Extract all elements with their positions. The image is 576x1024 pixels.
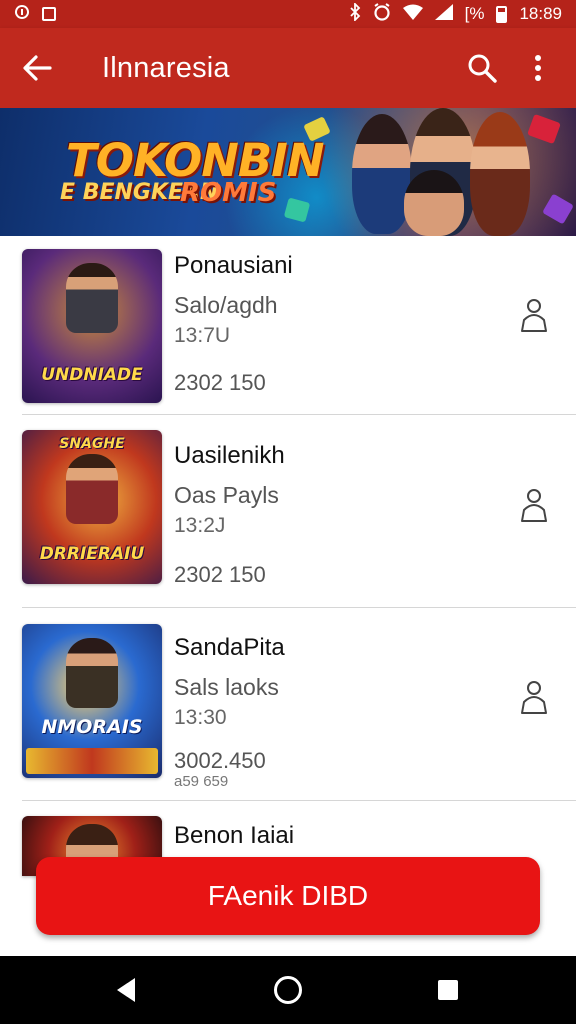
status-right: [% 18:89 xyxy=(349,1,562,26)
divider xyxy=(22,414,576,415)
item-subtitle: Salo/agdh xyxy=(174,292,278,318)
person-outline-icon[interactable] xyxy=(518,298,550,334)
status-left xyxy=(14,4,56,24)
thumbnail-label: UNDNIADE xyxy=(41,365,143,385)
hero-figure xyxy=(470,112,530,236)
game-thumbnail: SNAGHE DRRIERAIU xyxy=(22,430,162,584)
alarm-icon xyxy=(373,2,391,26)
game-thumbnail: UNDNIADE xyxy=(22,249,162,403)
thumbnail-label: NMORAIS xyxy=(41,716,143,738)
item-subtitle: Oas Payls xyxy=(174,482,279,508)
wifi-icon xyxy=(402,4,423,25)
thumbnail-top-label: SNAGHE xyxy=(59,436,125,452)
banner-subtitle-right: ROMIS xyxy=(180,178,277,208)
status-bar: [% 18:89 xyxy=(0,0,576,28)
thumbnail-figure xyxy=(66,263,118,333)
divider xyxy=(22,800,576,801)
system-nav-bar xyxy=(0,956,576,1024)
app-icon xyxy=(42,7,56,21)
arrow-left-icon xyxy=(23,55,52,81)
bluetooth-icon xyxy=(349,1,361,26)
back-button[interactable] xyxy=(0,28,74,108)
signal-icon xyxy=(434,3,453,25)
list-item[interactable]: NMORAIS SandaPita Sals laoks 13:30 3002.… xyxy=(0,608,576,801)
gem-decoration xyxy=(542,193,574,225)
item-title: Uasilenikh xyxy=(174,442,285,469)
list-item[interactable]: UNDNIADE Ponausiani Salo/agdh 13:7U 2302… xyxy=(0,236,576,426)
nav-home-button[interactable] xyxy=(266,968,310,1012)
nav-recents-button[interactable] xyxy=(426,968,470,1012)
promo-banner[interactable]: TOKONBIN E BENGKEAN ROMIS xyxy=(0,108,576,236)
game-thumbnail: NMORAIS xyxy=(22,624,162,778)
back-triangle-icon xyxy=(117,978,135,1002)
search-button[interactable] xyxy=(454,28,510,108)
item-code: 13:2J xyxy=(174,514,226,537)
item-code: 13:7U xyxy=(174,324,231,347)
gem-decoration xyxy=(283,197,311,223)
home-circle-icon xyxy=(274,976,302,1004)
item-numbers: 2302 150 xyxy=(174,562,266,587)
more-vert-icon xyxy=(535,55,541,81)
gem-decoration xyxy=(527,113,561,145)
thumbnail-figure xyxy=(66,638,118,708)
item-subtitle: Sals laoks xyxy=(174,674,279,700)
app-title: Ilnnaresia xyxy=(102,51,230,84)
item-title: SandaPita xyxy=(174,634,285,661)
list-item[interactable]: SNAGHE DRRIERAIU Uasilenikh Oas Payls 13… xyxy=(0,416,576,608)
app-bar: Ilnnaresia xyxy=(0,28,576,108)
primary-action-button[interactable]: FAenik DIBD xyxy=(36,857,540,935)
battery-text: [% xyxy=(464,4,485,23)
notification-icon xyxy=(14,4,30,24)
thumbnail-strip xyxy=(26,748,158,774)
status-time: 18:89 xyxy=(519,4,562,23)
hero-figure xyxy=(404,170,464,236)
item-title: Benon Iaiai xyxy=(174,822,295,849)
battery-icon xyxy=(496,5,508,23)
item-numbers: 2302 150 xyxy=(174,370,266,395)
nav-back-button[interactable] xyxy=(104,968,148,1012)
hero-figure xyxy=(352,114,412,234)
item-extra: a59 659 xyxy=(174,773,229,790)
more-options-button[interactable] xyxy=(510,28,566,108)
item-numbers: 3002.450 xyxy=(174,748,266,773)
item-title: Ponausiani xyxy=(174,252,293,279)
person-outline-icon[interactable] xyxy=(518,488,550,524)
item-code: 13:30 xyxy=(174,706,227,729)
search-icon xyxy=(468,54,497,83)
thumbnail-label: DRRIERAIU xyxy=(39,544,145,564)
person-outline-icon[interactable] xyxy=(518,680,550,716)
thumbnail-figure xyxy=(66,454,118,524)
recents-square-icon xyxy=(438,980,458,1000)
